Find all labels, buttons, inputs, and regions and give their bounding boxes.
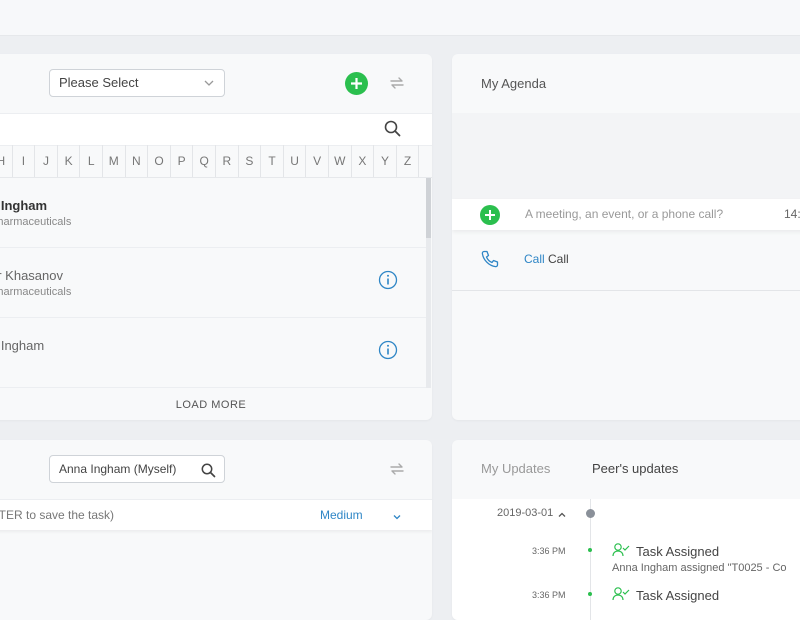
alphabet-filter: HIJKLMNOPQRSTUVWXYZ — [0, 145, 432, 178]
panel-title: My Agenda — [481, 76, 547, 91]
event-title: Task Assigned — [636, 544, 720, 559]
agenda-input[interactable]: A meeting, an event, or a phone call? — [525, 207, 723, 221]
add-agenda-row[interactable]: A meeting, an event, or a phone call? 14… — [452, 199, 800, 230]
info-icon[interactable] — [378, 340, 398, 365]
refresh-icon[interactable] — [388, 74, 406, 92]
tab-peers-updates[interactable]: Peer's updates — [592, 461, 678, 476]
alphabet-letter[interactable]: H — [0, 145, 13, 177]
alphabet-letter[interactable]: I — [13, 145, 36, 177]
refresh-icon[interactable] — [388, 460, 406, 478]
contact-name: a Ingham — [0, 338, 45, 353]
timeline-event-dot — [588, 548, 592, 552]
task-input[interactable]: NTER to save the task) — [0, 508, 114, 522]
select-value: Please Select — [59, 75, 139, 90]
assignee-value: Anna Ingham (Myself) — [59, 462, 177, 476]
agenda-item-text: Call — [548, 252, 569, 266]
alphabet-letter[interactable]: Y — [374, 145, 397, 177]
agenda-item[interactable]: Call Call — [452, 230, 800, 291]
contact-name: a Ingham — [0, 198, 48, 213]
alphabet-letter[interactable]: Z — [397, 145, 420, 177]
alphabet-letter[interactable]: U — [284, 145, 307, 177]
chevron-down-icon[interactable] — [392, 509, 402, 527]
chevron-up-icon[interactable] — [557, 507, 567, 525]
alphabet-letter[interactable]: R — [216, 145, 239, 177]
event-title: Task Assigned — [636, 588, 720, 603]
top-bar — [0, 0, 800, 36]
phone-icon — [480, 249, 500, 274]
contacts-panel: Please Select HIJKLMNOPQRSTUVWXYZ a Ingh… — [0, 54, 432, 420]
alphabet-letter[interactable]: P — [171, 145, 194, 177]
agenda-item-type: Call — [524, 252, 545, 266]
priority-select[interactable]: Medium — [320, 508, 363, 522]
alphabet-letter[interactable]: W — [329, 145, 352, 177]
chevron-down-icon — [203, 70, 215, 105]
plus-circle-icon[interactable] — [480, 205, 500, 230]
alphabet-letter[interactable]: Q — [193, 145, 216, 177]
contact-type-select[interactable]: Please Select — [49, 69, 225, 97]
agenda-calendar-area — [452, 113, 800, 199]
agenda-panel: My Agenda A meeting, an event, or a phon… — [452, 54, 800, 420]
alphabet-letter[interactable]: O — [148, 145, 171, 177]
info-icon[interactable] — [378, 270, 398, 295]
scroll-thumb[interactable] — [426, 178, 431, 238]
alphabet-letter[interactable]: N — [126, 145, 149, 177]
new-task-row[interactable]: NTER to save the task) Medium — [0, 499, 432, 530]
alphabet-letter[interactable]: V — [306, 145, 329, 177]
search-icon[interactable] — [384, 120, 401, 142]
contact-company: Pharmaceuticals — [0, 216, 72, 228]
event-description: Anna Ingham assigned "T0025 - Co — [612, 562, 787, 574]
updates-panel: My Updates Peer's updates 2019-03-01 3:3… — [452, 440, 800, 620]
event-time: 3:36 PM — [532, 590, 566, 600]
user-check-icon — [612, 542, 630, 563]
load-more-button[interactable]: LOAD MORE — [0, 390, 432, 420]
plus-circle-icon[interactable] — [345, 72, 368, 95]
contact-search-row[interactable] — [0, 113, 432, 146]
alphabet-letter[interactable]: M — [103, 145, 126, 177]
contact-company: Pharmaceuticals — [0, 286, 72, 298]
alphabet-letter[interactable]: J — [35, 145, 58, 177]
alphabet-letter[interactable]: L — [80, 145, 103, 177]
user-check-icon — [612, 586, 630, 607]
timeline-date-dot — [586, 509, 595, 518]
timeline-date: 2019-03-01 — [497, 507, 554, 519]
alphabet-letter[interactable]: S — [239, 145, 262, 177]
contact-item[interactable]: a Ingham Pharmaceuticals — [0, 178, 426, 248]
contacts-scrollbar[interactable] — [426, 178, 431, 388]
alphabet-letter[interactable]: T — [261, 145, 284, 177]
search-icon[interactable] — [201, 461, 216, 487]
timeline-event-dot — [588, 592, 592, 596]
event-time: 3:36 PM — [532, 546, 566, 556]
tasks-panel: Anna Ingham (Myself) NTER to save the ta… — [0, 440, 432, 620]
tab-my-updates[interactable]: My Updates — [481, 461, 550, 476]
alphabet-letter[interactable]: X — [352, 145, 375, 177]
contact-name: or Khasanov — [0, 268, 63, 283]
agenda-time[interactable]: 14: — [784, 207, 800, 221]
contact-item[interactable]: a Ingham ut — [0, 318, 426, 388]
contact-item[interactable]: or Khasanov Pharmaceuticals — [0, 248, 426, 318]
alphabet-letter[interactable]: K — [58, 145, 81, 177]
assignee-select[interactable]: Anna Ingham (Myself) — [49, 455, 225, 483]
